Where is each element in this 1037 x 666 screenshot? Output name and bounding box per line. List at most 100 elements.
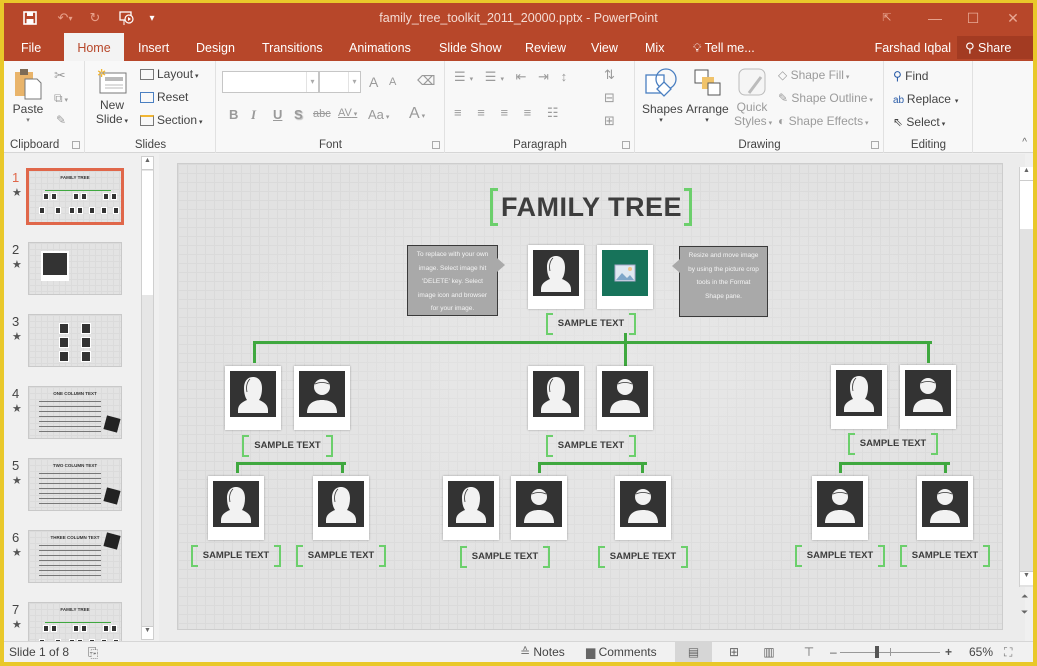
text-direction-icon[interactable]: ⇅ (604, 67, 615, 83)
bold-button[interactable]: B (229, 107, 238, 122)
scroll-up-icon[interactable]: ▲ (142, 157, 153, 170)
slide-thumbnail-3[interactable] (28, 314, 122, 367)
user-name[interactable]: Farshad Iqbal (875, 33, 951, 63)
normal-view-icon[interactable]: ▤ (675, 642, 712, 662)
thumbnails-scroll-thumb[interactable] (142, 171, 153, 295)
underline-button[interactable]: U (273, 107, 282, 122)
photo-right-male[interactable] (900, 365, 956, 429)
smartart-icon[interactable]: ⊞ (604, 113, 615, 129)
tab-design[interactable]: Design (187, 33, 244, 61)
tell-me-box[interactable]: 💡︎ Tell me... (684, 33, 764, 61)
arrange-button[interactable]: Arrange ▾ (686, 67, 729, 124)
thumbnails-scrollbar[interactable]: ▲ ▼ (141, 156, 154, 640)
photo-root-female[interactable] (528, 245, 584, 309)
share-button[interactable]: ⚲ Share (957, 36, 1033, 59)
paste-button[interactable]: Paste ▾ (12, 67, 44, 127)
notes-button[interactable]: ≙ Notes (520, 642, 565, 662)
strikethrough-button[interactable]: abc (313, 108, 331, 120)
minimize-button[interactable]: — (921, 7, 949, 29)
photo-child-1[interactable] (208, 476, 264, 540)
tab-view[interactable]: View (582, 33, 627, 61)
photo-child-4[interactable] (511, 476, 567, 540)
italic-button[interactable]: I (251, 107, 256, 123)
bullets-icon[interactable]: ☰ (454, 69, 470, 84)
replace-button[interactable]: ab Replace ▾ (893, 92, 958, 106)
close-button[interactable]: ✕ (999, 7, 1027, 29)
slideshow-view-icon[interactable]: ⊤ (798, 642, 820, 662)
layout-button[interactable]: Layout ▾ (140, 67, 199, 81)
label-child-6[interactable]: SAMPLE TEXT (900, 545, 990, 567)
font-name-dropdown-icon[interactable]: ▾ (306, 72, 318, 92)
photo-right-female[interactable] (831, 365, 887, 429)
slide-thumbnail-6[interactable]: THREE COLUMN TEXT (28, 530, 122, 583)
copy-icon[interactable]: ⧉ ▾ (54, 91, 68, 106)
find-button[interactable]: ⚲ Find (893, 69, 928, 83)
tab-home[interactable]: Home (64, 33, 124, 61)
slide-thumbnail-2[interactable] (28, 242, 122, 295)
reset-button[interactable]: Reset (140, 90, 188, 104)
font-color-button[interactable]: A ▾ (409, 105, 425, 123)
shape-outline-button[interactable]: ✎ Shape Outline ▾ (778, 91, 873, 105)
slide-thumbnail-4[interactable]: ONE COLUMN TEXT (28, 386, 122, 439)
collapse-ribbon-icon[interactable]: ^ (1022, 137, 1027, 148)
slide-thumbnail-5[interactable]: TWO COLUMN TEXT (28, 458, 122, 511)
editor-scroll-down-icon[interactable]: ▼ (1020, 571, 1033, 585)
slide-sorter-icon[interactable]: ⊞ (723, 642, 745, 662)
editor-vertical-scrollbar[interactable]: ▲ ▼ ⏶ ⏷ (1019, 167, 1033, 617)
align-right-icon[interactable]: ≡ (500, 105, 514, 120)
character-spacing-button[interactable]: AV ▾ (338, 107, 357, 119)
reading-view-icon[interactable]: ▥ (758, 642, 780, 662)
photo-child-6[interactable] (812, 476, 868, 540)
tab-review[interactable]: Review (516, 33, 575, 61)
quick-styles-button[interactable]: Quick Styles ▾ (734, 67, 772, 128)
zoom-slider[interactable] (840, 642, 940, 662)
grow-font-button[interactable]: A (369, 74, 378, 90)
callout-resize-image[interactable]: Resize and move image by using the pictur… (672, 246, 768, 317)
numbering-icon[interactable]: ☰ (485, 69, 501, 84)
label-child-3[interactable]: SAMPLE TEXT (460, 546, 550, 568)
callout-replace-image[interactable]: To replace with your own image. Select im… (407, 245, 505, 316)
label-center-couple[interactable]: SAMPLE TEXT (546, 435, 636, 457)
decrease-indent-icon[interactable]: ⇤ (516, 69, 531, 84)
label-root[interactable]: SAMPLE TEXT (546, 313, 636, 335)
label-child-1[interactable]: SAMPLE TEXT (191, 545, 281, 567)
font-size-dropdown-icon[interactable]: ▾ (348, 72, 360, 92)
editor-scroll-up-icon[interactable]: ▲ (1020, 167, 1033, 181)
photo-left-male[interactable] (294, 366, 350, 430)
slide-thumbnail-7[interactable]: FAMILY TREE (28, 602, 122, 641)
increase-indent-icon[interactable]: ⇥ (538, 69, 553, 84)
align-text-icon[interactable]: ⊟ (604, 90, 615, 106)
label-child-4[interactable]: SAMPLE TEXT (598, 546, 688, 568)
font-name-combo[interactable]: ▾ (222, 71, 319, 93)
tab-transitions[interactable]: Transitions (253, 33, 332, 61)
justify-icon[interactable]: ≡ (524, 105, 538, 120)
select-button[interactable]: ⇖ Select ▾ (893, 115, 945, 129)
photo-center-male[interactable] (597, 366, 653, 430)
spell-check-icon[interactable]: ⎘ (88, 642, 98, 662)
comments-button[interactable]: ▆ Comments (586, 642, 657, 662)
new-slide-button[interactable]: ✲ New Slide ▾ (94, 67, 130, 126)
align-center-icon[interactable]: ≡ (477, 105, 491, 120)
slide-canvas[interactable]: FAMILY TREE To replace with your own image… (177, 163, 1003, 630)
label-left-couple[interactable]: SAMPLE TEXT (242, 435, 333, 457)
align-left-icon[interactable]: ≡ (454, 105, 468, 120)
change-case-button[interactable]: Aa ▾ (368, 107, 389, 122)
zoom-out-button[interactable]: – (830, 642, 837, 662)
tab-animations[interactable]: Animations (340, 33, 420, 61)
photo-child-2[interactable] (313, 476, 369, 540)
clipboard-launcher-icon[interactable] (72, 141, 80, 149)
tab-insert[interactable]: Insert (129, 33, 178, 61)
slide-thumbnail-1[interactable]: FAMILY TREE (26, 168, 124, 225)
photo-root-image[interactable] (597, 245, 653, 309)
drawing-launcher-icon[interactable] (871, 141, 879, 149)
photo-center-female[interactable] (528, 366, 584, 430)
zoom-slider-thumb[interactable] (875, 646, 879, 658)
photo-child-7[interactable] (917, 476, 973, 540)
ribbon-display-options-button[interactable]: ⇱ (873, 7, 901, 29)
photo-child-5[interactable] (615, 476, 671, 540)
clear-formatting-icon[interactable]: ⌫ (417, 73, 435, 89)
tab-slide-show[interactable]: Slide Show (430, 33, 511, 61)
previous-slide-icon[interactable]: ⏶ (1021, 591, 1028, 602)
slide-title[interactable]: FAMILY TREE (501, 192, 682, 223)
scroll-down-icon[interactable]: ▼ (142, 626, 153, 639)
